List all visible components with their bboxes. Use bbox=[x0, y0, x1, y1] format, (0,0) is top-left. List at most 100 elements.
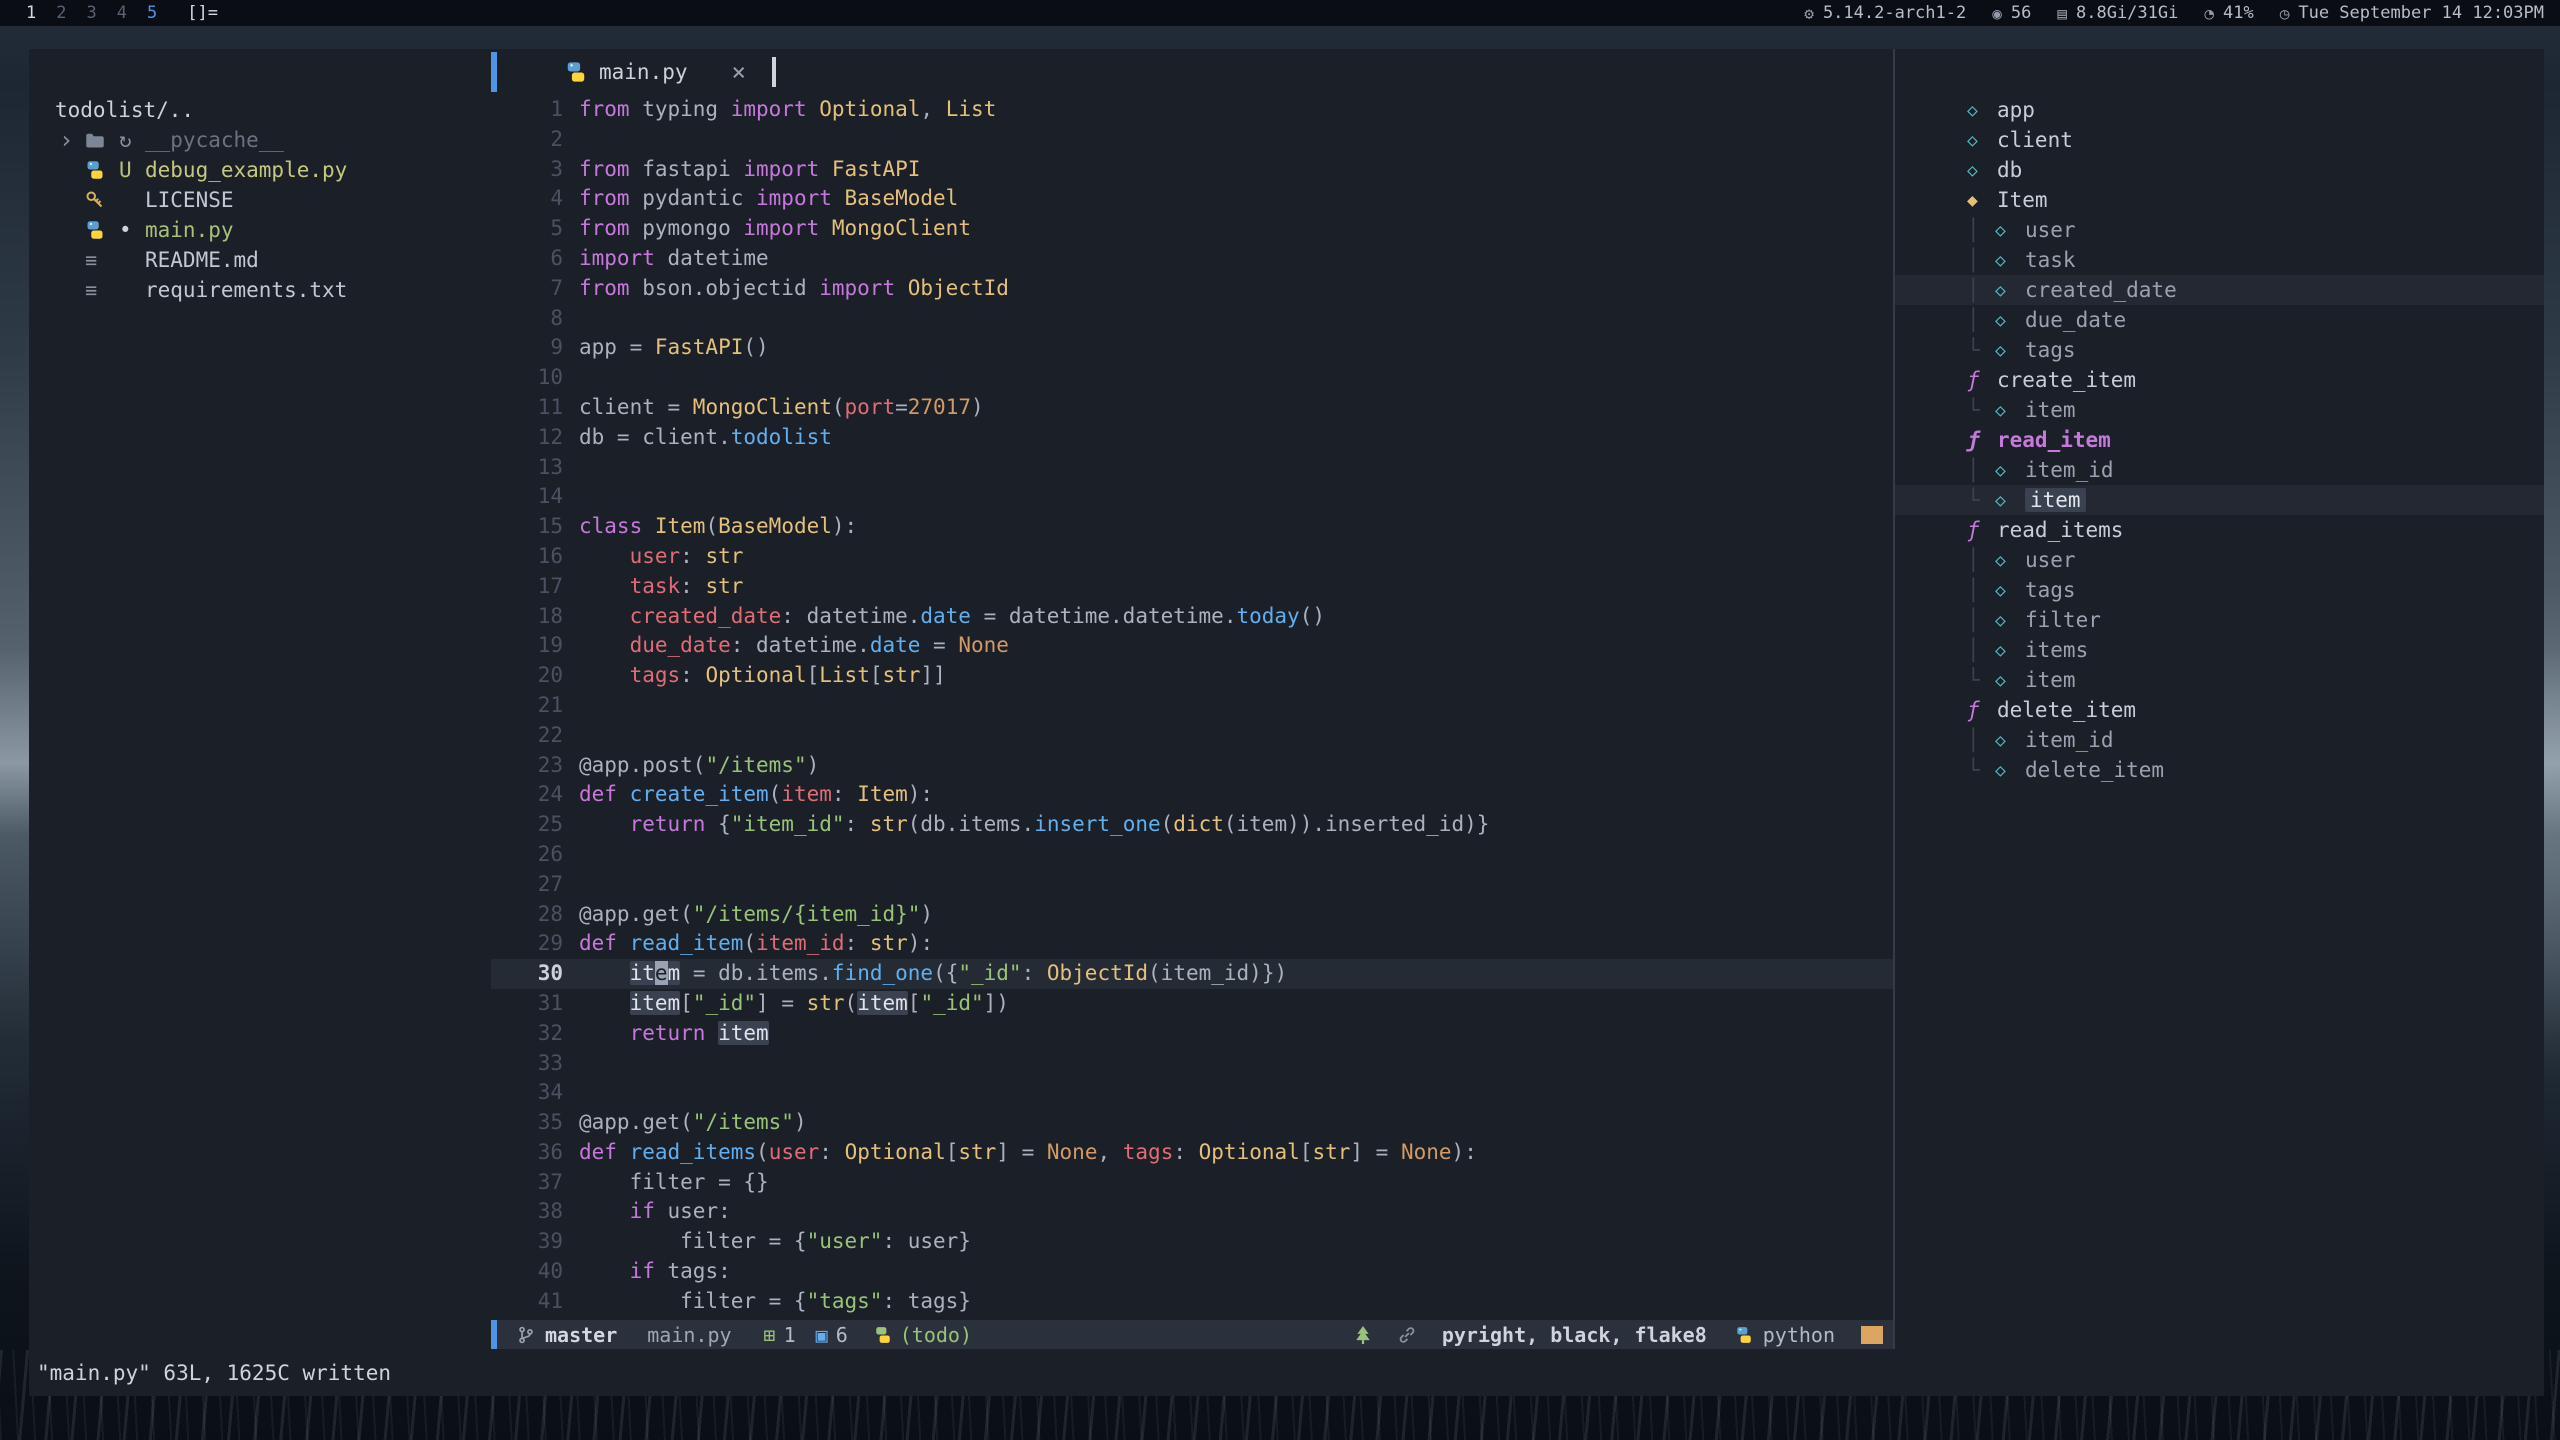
symbol-filter[interactable]: │◇filter bbox=[1895, 605, 2544, 635]
symbol-client[interactable]: ◇client bbox=[1895, 125, 2544, 155]
code-line-22[interactable]: 22 bbox=[491, 721, 1893, 751]
code-line-25[interactable]: 25 return {"item_id": str(db.items.inser… bbox=[491, 810, 1893, 840]
symbol-item[interactable]: └◇item bbox=[1895, 395, 2544, 425]
filetree-item-__pycache__[interactable]: ›↻__pycache__ bbox=[29, 125, 491, 155]
code-line-21[interactable]: 21 bbox=[491, 691, 1893, 721]
code-line-1[interactable]: 1from typing import Optional, List bbox=[491, 95, 1893, 125]
filetree-item-debug_example.py[interactable]: Udebug_example.py bbox=[29, 155, 491, 185]
workspace-5[interactable]: 5 bbox=[147, 3, 157, 23]
filetree-item-LICENSE[interactable]: LICENSE bbox=[29, 185, 491, 215]
file-explorer: todolist/.. ›↻__pycache__Udebug_example.… bbox=[29, 49, 491, 1349]
variable-icon: ◇ bbox=[1995, 610, 2025, 631]
code-line-4[interactable]: 4from pydantic import BaseModel bbox=[491, 184, 1893, 214]
symbol-user[interactable]: │◇user bbox=[1895, 545, 2544, 575]
symbol-item_id[interactable]: │◇item_id bbox=[1895, 455, 2544, 485]
tab-close-icon[interactable]: × bbox=[732, 58, 746, 86]
code-text: filter = {"user": user} bbox=[579, 1227, 971, 1257]
code-line-28[interactable]: 28@app.get("/items/{item_id}") bbox=[491, 900, 1893, 930]
code-line-35[interactable]: 35@app.get("/items") bbox=[491, 1108, 1893, 1138]
code-area[interactable]: 1from typing import Optional, List23from… bbox=[491, 95, 1893, 1320]
workspace-2[interactable]: 2 bbox=[56, 3, 66, 23]
symbol-app[interactable]: ◇app bbox=[1895, 95, 2544, 125]
code-text: def read_items(user: Optional[str] = Non… bbox=[579, 1138, 1477, 1168]
code-line-17[interactable]: 17 task: str bbox=[491, 572, 1893, 602]
code-line-19[interactable]: 19 due_date: datetime.date = None bbox=[491, 631, 1893, 661]
filetree-item-README.md[interactable]: ≡README.md bbox=[29, 245, 491, 275]
line-number: 4 bbox=[491, 184, 579, 214]
code-line-6[interactable]: 6import datetime bbox=[491, 244, 1893, 274]
filetree-item-main.py[interactable]: •main.py bbox=[29, 215, 491, 245]
tab-main-py[interactable]: main.py × bbox=[565, 58, 746, 86]
code-line-8[interactable]: 8 bbox=[491, 304, 1893, 334]
code-line-23[interactable]: 23@app.post("/items") bbox=[491, 751, 1893, 781]
code-line-38[interactable]: 38 if user: bbox=[491, 1197, 1893, 1227]
workspaces: 12 345 bbox=[26, 3, 157, 23]
workspace-3[interactable]: 3 bbox=[87, 3, 97, 23]
code-line-34[interactable]: 34 bbox=[491, 1078, 1893, 1108]
line-number: 26 bbox=[491, 840, 579, 870]
filetree-root[interactable]: todolist/.. bbox=[29, 95, 491, 125]
code-line-13[interactable]: 13 bbox=[491, 453, 1893, 483]
code-line-16[interactable]: 16 user: str bbox=[491, 542, 1893, 572]
symbol-due_date[interactable]: │◇due_date bbox=[1895, 305, 2544, 335]
symbol-items[interactable]: │◇items bbox=[1895, 635, 2544, 665]
symbol-tags[interactable]: └◇tags bbox=[1895, 335, 2544, 365]
symbol-delete_item[interactable]: └◇delete_item bbox=[1895, 755, 2544, 785]
line-number: 5 bbox=[491, 214, 579, 244]
symbol-delete_item[interactable]: ƒdelete_item bbox=[1895, 695, 2544, 725]
filetree-item-requirements.txt[interactable]: ≡requirements.txt bbox=[29, 275, 491, 305]
file-name: main.py bbox=[145, 218, 234, 242]
symbol-db[interactable]: ◇db bbox=[1895, 155, 2544, 185]
symbol-label: task bbox=[2025, 248, 2076, 272]
symbol-Item[interactable]: ◆Item bbox=[1895, 185, 2544, 215]
symbol-read_item[interactable]: ƒread_item bbox=[1895, 425, 2544, 455]
symbol-tags[interactable]: │◇tags bbox=[1895, 575, 2544, 605]
code-line-2[interactable]: 2 bbox=[491, 125, 1893, 155]
code-text: filter = {} bbox=[579, 1168, 769, 1198]
code-line-39[interactable]: 39 filter = {"user": user} bbox=[491, 1227, 1893, 1257]
line-number: 8 bbox=[491, 304, 579, 334]
tree-line: │ bbox=[1967, 548, 1995, 572]
code-line-37[interactable]: 37 filter = {} bbox=[491, 1168, 1893, 1198]
code-line-7[interactable]: 7from bson.objectid import ObjectId bbox=[491, 274, 1893, 304]
symbol-item_id[interactable]: │◇item_id bbox=[1895, 725, 2544, 755]
code-line-18[interactable]: 18 created_date: datetime.date = datetim… bbox=[491, 602, 1893, 632]
code-line-36[interactable]: 36def read_items(user: Optional[str] = N… bbox=[491, 1138, 1893, 1168]
layout-indicator: []= bbox=[187, 3, 218, 23]
code-line-24[interactable]: 24def create_item(item: Item): bbox=[491, 780, 1893, 810]
code-line-3[interactable]: 3from fastapi import FastAPI bbox=[491, 155, 1893, 185]
code-line-11[interactable]: 11client = MongoClient(port=27017) bbox=[491, 393, 1893, 423]
symbol-item[interactable]: └◇item bbox=[1895, 485, 2544, 515]
symbol-user[interactable]: │◇user bbox=[1895, 215, 2544, 245]
symbol-read_items[interactable]: ƒread_items bbox=[1895, 515, 2544, 545]
tree-line: └ bbox=[1967, 668, 1995, 692]
symbol-task[interactable]: │◇task bbox=[1895, 245, 2544, 275]
code-line-29[interactable]: 29def read_item(item_id: str): bbox=[491, 929, 1893, 959]
file-name: __pycache__ bbox=[145, 128, 284, 152]
code-line-40[interactable]: 40 if tags: bbox=[491, 1257, 1893, 1287]
code-line-15[interactable]: 15class Item(BaseModel): bbox=[491, 512, 1893, 542]
workspace-4[interactable]: 4 bbox=[117, 3, 127, 23]
code-line-26[interactable]: 26 bbox=[491, 840, 1893, 870]
workspace-1[interactable]: 1 bbox=[26, 3, 36, 23]
code-line-14[interactable]: 14 bbox=[491, 482, 1893, 512]
code-line-30[interactable]: 30 item = db.items.find_one({"_id": Obje… bbox=[491, 959, 1893, 989]
code-line-33[interactable]: 33 bbox=[491, 1049, 1893, 1079]
symbol-create_item[interactable]: ƒcreate_item bbox=[1895, 365, 2544, 395]
symbol-item[interactable]: └◇item bbox=[1895, 665, 2544, 695]
code-line-41[interactable]: 41 filter = {"tags": tags} bbox=[491, 1287, 1893, 1317]
symbol-label: app bbox=[1997, 98, 2035, 122]
variable-icon: ◇ bbox=[1967, 100, 1997, 121]
code-line-12[interactable]: 12db = client.todolist bbox=[491, 423, 1893, 453]
cpu-icon: ◉ bbox=[1992, 4, 2002, 23]
code-line-5[interactable]: 5from pymongo import MongoClient bbox=[491, 214, 1893, 244]
code-line-27[interactable]: 27 bbox=[491, 870, 1893, 900]
code-line-10[interactable]: 10 bbox=[491, 363, 1893, 393]
code-line-9[interactable]: 9app = FastAPI() bbox=[491, 333, 1893, 363]
line-number: 36 bbox=[491, 1138, 579, 1168]
status-kernel: ⚙5.14.2-arch1-2 bbox=[1804, 3, 1966, 23]
code-line-32[interactable]: 32 return item bbox=[491, 1019, 1893, 1049]
symbol-created_date[interactable]: │◇created_date bbox=[1895, 275, 2544, 305]
code-line-20[interactable]: 20 tags: Optional[List[str]] bbox=[491, 661, 1893, 691]
code-line-31[interactable]: 31 item["_id"] = str(item["_id"]) bbox=[491, 989, 1893, 1019]
